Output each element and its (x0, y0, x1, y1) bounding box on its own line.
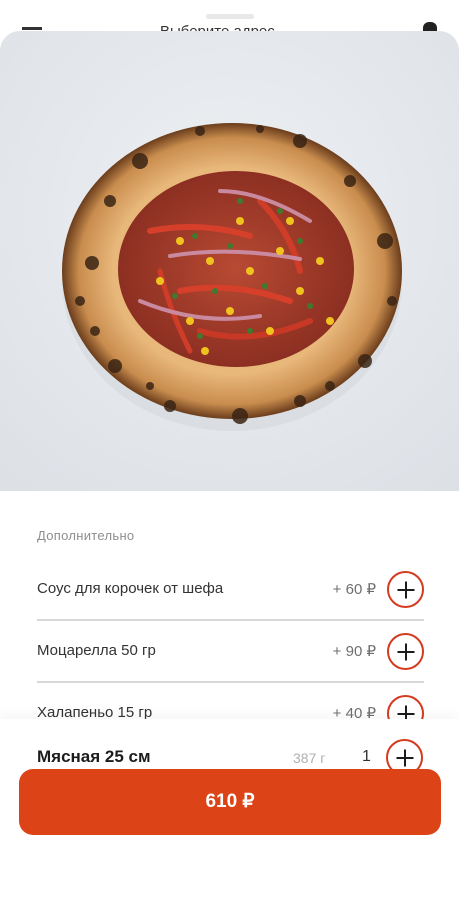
add-to-cart-button[interactable]: 610 ₽ (19, 769, 441, 835)
extra-item-price: + 90 ₽ (332, 643, 376, 660)
extra-item-price: + 60 ₽ (332, 581, 376, 598)
product-name: Мясная 25 см (37, 747, 151, 766)
extras-section-label: Дополнительно (37, 528, 135, 543)
add-jalapeno-button[interactable] (387, 695, 424, 719)
extra-item-name: Моцарелла 50 гр (37, 642, 156, 659)
extra-item-chef-sauce: Соус для корочек от шефа + 60 ₽ (37, 559, 424, 621)
extra-item-price: + 40 ₽ (332, 705, 376, 719)
product-quantity: 1 (362, 748, 371, 765)
screen: Выберите адрес (0, 0, 459, 900)
menu-icon[interactable] (22, 27, 42, 30)
extra-item-jalapeno: Халапеньо 15 гр + 40 ₽ (37, 683, 424, 719)
extra-item-mozzarella: Моцарелла 50 гр + 90 ₽ (37, 621, 424, 683)
product-weight: 387 г (293, 750, 326, 766)
add-chef-sauce-button[interactable] (387, 571, 424, 608)
extras-section: Дополнительно Соус для корочек от шефа +… (0, 491, 459, 719)
extra-item-name: Халапеньо 15 гр (37, 704, 153, 719)
pizza-photo (0, 31, 459, 491)
add-mozzarella-button[interactable] (387, 633, 424, 670)
pizza-illustration (0, 31, 459, 491)
extra-item-name: Соус для корочек от шефа (37, 580, 224, 597)
sheet-grabber-handle[interactable] (206, 14, 254, 19)
